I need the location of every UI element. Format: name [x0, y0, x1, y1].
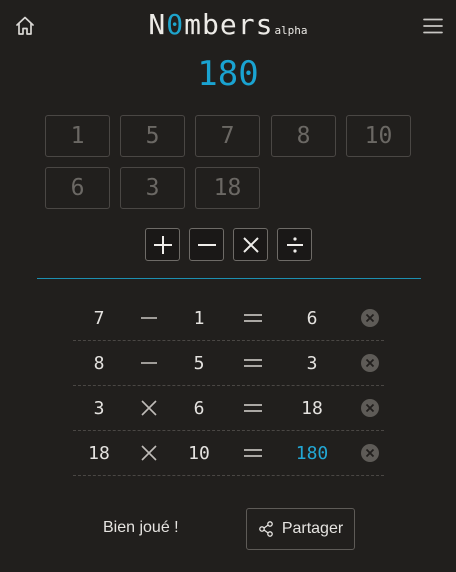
operand-b: 10 — [188, 442, 210, 464]
operation-row: 7 1 6 — [73, 296, 384, 341]
times-icon — [242, 236, 259, 253]
operand-a: 18 — [88, 442, 110, 464]
logo-prefix: N — [148, 8, 167, 41]
target-number: 180 — [197, 54, 259, 94]
operand-b: 1 — [193, 307, 205, 329]
minus-icon — [135, 341, 163, 385]
operand-b: 5 — [193, 352, 205, 374]
number-tile[interactable]: 8 — [271, 115, 336, 157]
number-tile[interactable]: 7 — [195, 115, 260, 157]
hamburger-menu-icon[interactable] — [421, 14, 445, 38]
share-icon — [258, 521, 273, 537]
operation-result: 18 — [301, 397, 323, 419]
remove-operation-button[interactable] — [359, 341, 381, 385]
number-tile[interactable]: 6 — [45, 167, 110, 209]
operation-row: 8 5 3 — [73, 341, 384, 386]
equals-icon — [239, 386, 267, 430]
equals-icon — [239, 431, 267, 475]
operand-b: 6 — [193, 397, 205, 419]
minus-icon — [135, 296, 163, 340]
number-tile[interactable]: 10 — [346, 115, 411, 157]
times-icon — [135, 431, 163, 475]
number-tile[interactable]: 5 — [120, 115, 185, 157]
remove-operation-button[interactable] — [359, 431, 381, 475]
operand-a: 7 — [93, 307, 105, 329]
operation-result: 6 — [306, 307, 318, 329]
equals-icon — [239, 341, 267, 385]
app-logo: N0mbersalpha — [0, 8, 456, 41]
operation-result: 3 — [306, 352, 318, 374]
close-circle-icon — [361, 309, 379, 327]
share-label: Partager — [281, 520, 344, 537]
number-tile[interactable]: 3 — [120, 167, 185, 209]
divide-button[interactable] — [277, 228, 312, 261]
divide-icon — [286, 236, 303, 253]
remove-operation-button[interactable] — [359, 386, 381, 430]
times-button[interactable] — [233, 228, 268, 261]
logo-suffix: mbers — [184, 8, 274, 41]
number-tile[interactable]: 1 — [45, 115, 110, 157]
operation-row: 3 6 18 — [73, 386, 384, 431]
final-result: 180 — [295, 442, 329, 464]
minus-button[interactable] — [189, 228, 224, 261]
number-tile[interactable]: 18 — [195, 167, 260, 209]
plus-icon — [153, 235, 172, 254]
equals-icon — [239, 296, 267, 340]
remove-operation-button[interactable] — [359, 296, 381, 340]
operation-row: 18 10 180 — [73, 431, 384, 476]
close-circle-icon — [361, 399, 379, 417]
status-message: Bien joué ! — [103, 519, 179, 536]
close-circle-icon — [361, 354, 379, 372]
logo-zero: 0 — [166, 8, 185, 41]
times-icon — [135, 386, 163, 430]
minus-icon — [197, 243, 216, 246]
operand-a: 3 — [93, 397, 105, 419]
section-divider — [37, 278, 421, 279]
plus-button[interactable] — [145, 228, 180, 261]
close-circle-icon — [361, 444, 379, 462]
logo-subtitle: alpha — [274, 24, 308, 37]
share-button[interactable]: Partager — [246, 508, 355, 550]
operand-a: 8 — [93, 352, 105, 374]
